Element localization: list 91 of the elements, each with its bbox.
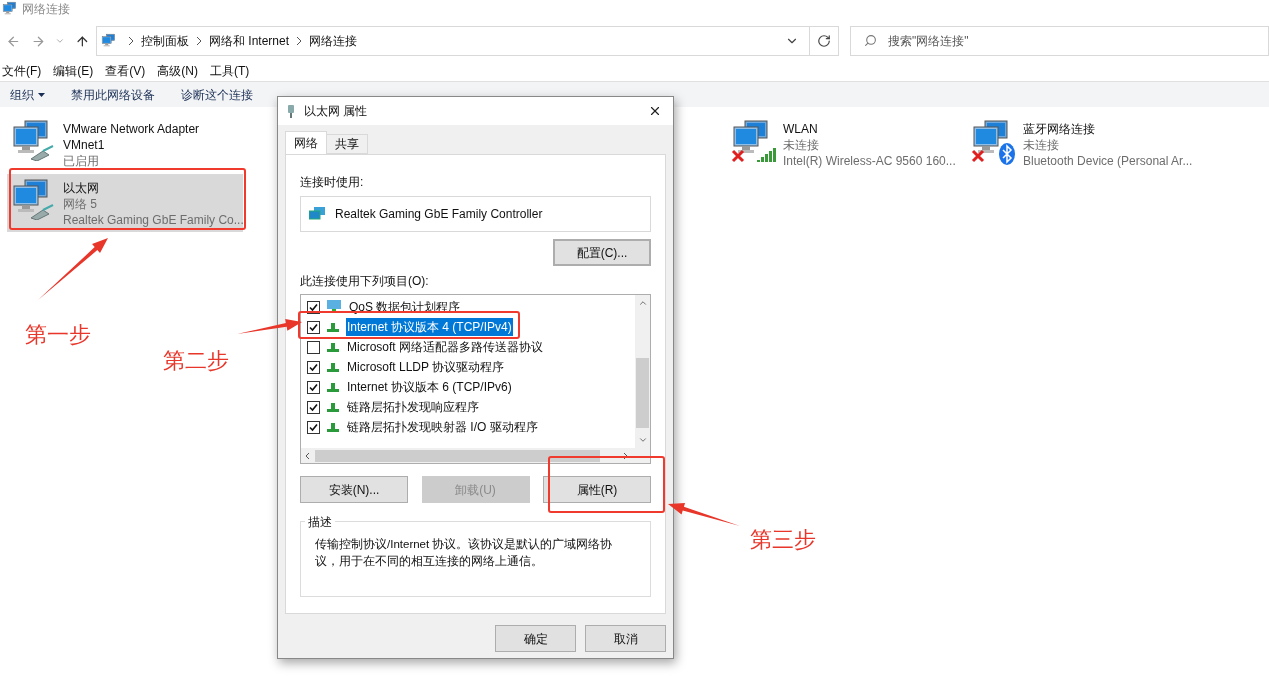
adapter-item[interactable]: VMware Network Adapter VMnet1 已启用 [7, 115, 243, 173]
network-node-icon [326, 381, 340, 393]
refresh-button[interactable] [810, 26, 839, 56]
network-plug-icon [286, 104, 296, 118]
dialog-button[interactable]: 确定 [495, 625, 576, 652]
adapter-status: 已启用 [63, 153, 100, 169]
adapter-name: VMware Network Adapter VMnet1 [63, 121, 201, 153]
annotation-arrow [668, 502, 740, 526]
adapter-name: WLAN [783, 121, 819, 137]
close-icon [648, 104, 662, 118]
adapter-status: 网络 5 [63, 196, 98, 212]
list-item[interactable]: Microsoft 网络适配器多路传送器协议 [307, 337, 635, 357]
network-node-icon [326, 421, 340, 433]
step-label: 第二步 [163, 347, 229, 375]
network-node-icon [326, 341, 340, 353]
signal-bars-icon [757, 146, 777, 162]
cable-plug-icon [29, 204, 55, 220]
address-bar[interactable]: 控制面板 网络和 Internet 网络连接 [96, 26, 810, 56]
list-item-label: Microsoft 网络适配器多路传送器协议 [346, 339, 544, 356]
menu-item[interactable]: 文件(F) [2, 62, 42, 80]
toolbar-button[interactable]: 组织 [10, 85, 45, 104]
breadcrumb[interactable]: 网络和 Internet [209, 32, 290, 50]
checkbox[interactable] [307, 400, 320, 414]
monitor-icon [326, 300, 342, 314]
annotation-arrow [237, 319, 302, 334]
menu-item[interactable]: 高级(N) [157, 62, 198, 80]
description-title: 描述 [305, 513, 335, 531]
checkbox[interactable] [307, 380, 320, 394]
bluetooth-icon [999, 143, 1015, 165]
list-item-label: Internet 协议版本 6 (TCP/IPv6) [346, 379, 513, 396]
breadcrumb[interactable]: 网络连接 [309, 32, 358, 50]
description-text: 传输控制协议/Internet 协议。该协议是默认的广域网络协议，用于在不同的相互连接的网络上通信。 [315, 537, 614, 569]
step-label: 第三步 [750, 526, 816, 554]
scroll-down-icon[interactable] [637, 435, 648, 445]
adapter-item[interactable]: 以太网 网络 5 Realtek Gaming GbE Family Co... [7, 174, 243, 232]
adapter-name: 蓝牙网络连接 [1023, 121, 1096, 137]
window-title: 网络连接 [22, 1, 70, 18]
menu-item[interactable]: 工具(T) [210, 62, 250, 80]
menu-item[interactable]: 查看(V) [105, 62, 146, 80]
tab[interactable]: 共享 [327, 134, 368, 154]
adapter-item[interactable]: WLAN 未连接 Intel(R) Wireless-AC 9560 160... [727, 115, 963, 173]
list-item[interactable]: Internet 协议版本 6 (TCP/IPv6) [307, 377, 635, 397]
network-node-icon [326, 321, 340, 333]
adapter-device: Bluetooth Device (Personal Ar... [1023, 153, 1193, 169]
connect-using-label: 连接时使用: [300, 174, 365, 191]
menu-item[interactable]: 编辑(E) [53, 62, 94, 80]
chevron-icon [295, 36, 304, 46]
network-computer-icon [2, 1, 18, 17]
scroll-up-icon[interactable] [637, 298, 648, 308]
list-item-label: Microsoft LLDP 协议驱动程序 [346, 359, 506, 376]
toolbar-button[interactable]: 诊断这个连接 [181, 85, 253, 104]
adapter-status: 未连接 [1023, 137, 1060, 153]
checkbox[interactable] [307, 360, 320, 374]
checkbox[interactable] [307, 420, 320, 434]
checkbox[interactable] [307, 340, 320, 354]
items-label: 此连接使用下列项目(O): [300, 273, 430, 290]
refresh-icon [817, 34, 831, 48]
cable-plug-icon [29, 145, 55, 161]
horizontal-scrollbar[interactable] [301, 448, 650, 463]
chevron-icon [195, 36, 203, 46]
network-adapter-icon [309, 207, 325, 221]
adapter-status: 未连接 [783, 137, 820, 153]
adapter-name: 以太网 [63, 180, 100, 196]
search-icon [864, 34, 877, 47]
step-label: 第一步 [25, 321, 91, 349]
action-button[interactable]: 属性(R) [543, 476, 651, 503]
breadcrumb[interactable]: 控制面板 [141, 32, 189, 50]
dialog-button[interactable]: 取消 [585, 625, 666, 652]
network-computer-icon [101, 33, 117, 49]
caret-icon [38, 92, 45, 97]
action-button[interactable]: 安装(N)... [300, 476, 408, 503]
dialog-title: 以太网 属性 [304, 103, 368, 120]
network-node-icon [326, 401, 340, 413]
list-item-label: 链路层拓扑发现映射器 I/O 驱动程序 [346, 419, 539, 436]
search-field[interactable]: 搜索"网络连接" [850, 26, 1269, 56]
network-node-icon [326, 361, 340, 373]
adapter-device: Intel(R) Wireless-AC 9560 160... [783, 153, 956, 169]
vertical-scrollbar[interactable] [635, 295, 650, 448]
tab[interactable]: 网络 [285, 131, 327, 154]
list-item[interactable]: Microsoft LLDP 协议驱动程序 [307, 357, 635, 377]
list-item-label: Internet 协议版本 4 (TCP/IPv4) [346, 318, 513, 336]
list-item-label: 链路层拓扑发现响应程序 [346, 399, 480, 416]
checkbox[interactable] [307, 320, 320, 334]
chevron-icon [127, 36, 135, 46]
toolbar-button[interactable]: 禁用此网络设备 [71, 85, 155, 104]
adapter-label: Realtek Gaming GbE Family Controller [335, 206, 543, 223]
list-item[interactable]: 链路层拓扑发现响应程序 [307, 397, 635, 417]
list-item[interactable]: Internet 协议版本 4 (TCP/IPv4) [307, 317, 635, 337]
configure-button[interactable]: 配置(C)... [553, 239, 651, 266]
list-item[interactable]: 链路层拓扑发现映射器 I/O 驱动程序 [307, 417, 635, 437]
adapter-item[interactable]: 蓝牙网络连接 未连接 Bluetooth Device (Personal Ar... [967, 115, 1203, 173]
